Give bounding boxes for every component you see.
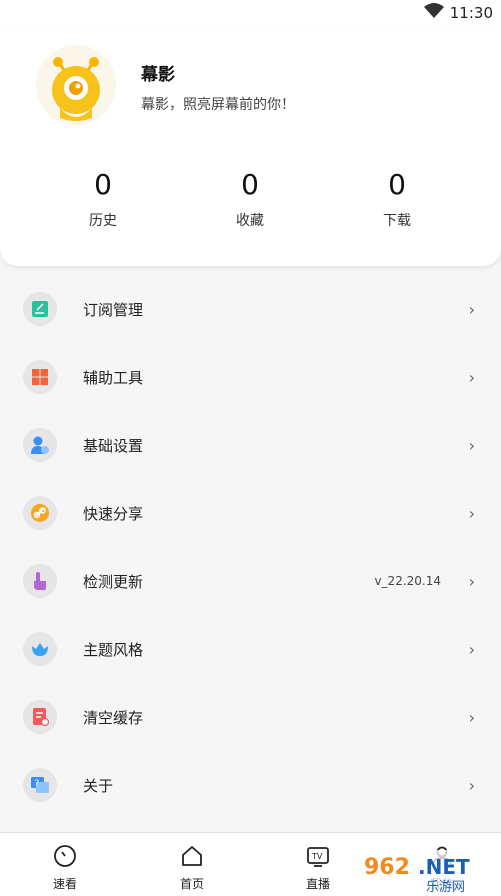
version-text: v_22.20.14 — [374, 574, 441, 588]
wifi-icon — [423, 3, 444, 23]
about-help-icon: ? — [23, 768, 57, 802]
menu-label: 辅助工具 — [83, 368, 144, 387]
status-time: 11:30 — [449, 4, 493, 22]
chevron-right-icon: › — [468, 707, 475, 727]
nav-label: 首页 — [179, 877, 204, 891]
svg-text:乐游网: 乐游网 — [426, 880, 465, 894]
profile-name: 幕影 — [141, 65, 175, 85]
svg-text:962: 962 — [364, 855, 410, 880]
user-settings-icon — [23, 428, 57, 462]
menu-label: 快速分享 — [83, 504, 144, 523]
chevron-right-icon: › — [468, 299, 475, 319]
nav-item-live[interactable]: TV 直播 — [278, 843, 358, 892]
svg-text:.NET: .NET — [418, 855, 470, 879]
chevron-right-icon: › — [468, 435, 475, 455]
bottom-navigation: 速看 首页 TV 直播 我的 962 .NET 乐游网 — [0, 832, 501, 896]
svg-text:TV: TV — [311, 852, 323, 861]
chevron-right-icon: › — [468, 571, 475, 591]
chevron-right-icon: › — [468, 503, 475, 523]
chevron-right-icon: › — [468, 367, 475, 387]
stat-label: 收藏 — [236, 213, 264, 229]
menu-label: 清空缓存 — [83, 708, 144, 727]
menu-item-basic-settings[interactable]: 基础设置 › — [0, 411, 501, 479]
stat-value: 0 — [388, 168, 406, 201]
subscription-icon — [23, 292, 57, 326]
settings-menu: 订阅管理 › 辅助工具 › 基础设置 › 快速分享 › 检测更新 v_22.20… — [0, 275, 501, 819]
avatar[interactable] — [36, 45, 116, 125]
menu-label: 主题风格 — [83, 640, 144, 659]
profile-description: 幕影，照亮屏幕前的你！ — [141, 97, 295, 113]
menu-item-quick-share[interactable]: 快速分享 › — [0, 479, 501, 547]
theme-flower-icon — [23, 632, 57, 666]
nav-item-home[interactable]: 首页 — [152, 843, 232, 892]
chevron-right-icon: › — [468, 639, 475, 659]
menu-label: 关于 — [83, 776, 114, 795]
menu-label: 基础设置 — [83, 436, 144, 455]
clock-icon — [25, 843, 105, 869]
menu-item-about[interactable]: ? 关于 › — [0, 751, 501, 819]
mascot-icon — [52, 57, 100, 121]
tools-grid-icon — [23, 360, 57, 394]
stat-label: 历史 — [89, 213, 117, 229]
nav-label: 速看 — [52, 877, 77, 891]
stat-downloads[interactable]: 0 下载 — [337, 168, 457, 230]
share-link-icon — [23, 496, 57, 530]
chevron-right-icon: › — [468, 775, 475, 795]
svg-text:?: ? — [35, 779, 40, 789]
menu-item-tools[interactable]: 辅助工具 › — [0, 343, 501, 411]
menu-label: 订阅管理 — [83, 300, 144, 319]
home-icon — [152, 843, 232, 869]
nav-label: 直播 — [305, 877, 330, 891]
menu-item-subscription[interactable]: 订阅管理 › — [0, 275, 501, 343]
menu-label: 检测更新 — [83, 572, 144, 591]
tv-icon: TV — [278, 843, 358, 869]
stat-value: 0 — [94, 168, 112, 201]
status-bar: 11:30 — [0, 0, 501, 26]
menu-item-check-update[interactable]: 检测更新 v_22.20.14 › — [0, 547, 501, 615]
stat-favorites[interactable]: 0 收藏 — [190, 168, 310, 230]
watermark-logo: 962 .NET 乐游网 — [360, 850, 495, 894]
clear-cache-icon — [23, 700, 57, 734]
stat-history[interactable]: 0 历史 — [43, 168, 163, 230]
menu-item-theme[interactable]: 主题风格 › — [0, 615, 501, 683]
profile-card: 幕影 幕影，照亮屏幕前的你！ 0 历史 0 收藏 0 下载 — [0, 26, 501, 266]
update-hand-icon — [23, 564, 57, 598]
menu-item-clear-cache[interactable]: 清空缓存 › — [0, 683, 501, 751]
nav-item-quick-watch[interactable]: 速看 — [25, 843, 105, 892]
stat-value: 0 — [241, 168, 259, 201]
stat-label: 下载 — [383, 213, 411, 229]
